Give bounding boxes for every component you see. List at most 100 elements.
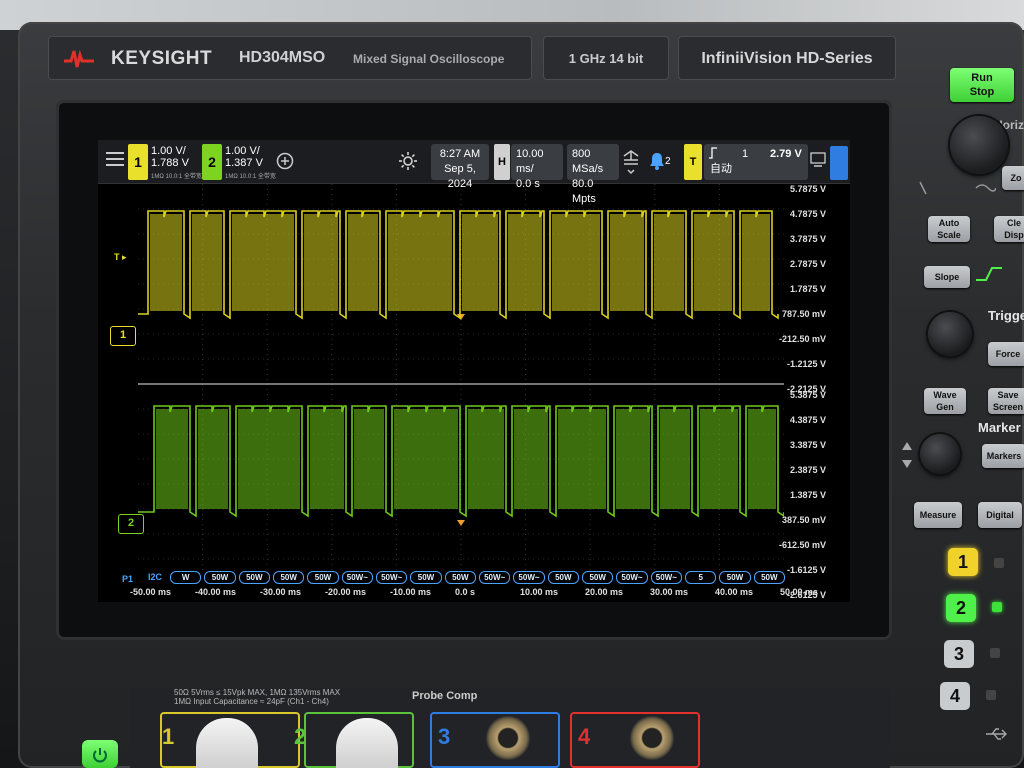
markers-section-label: Marker	[978, 420, 1021, 435]
run-stop-button[interactable]: Run Stop	[950, 68, 1014, 102]
sample-rate: 800 MSa/s	[572, 148, 604, 175]
touch-toggle-icon[interactable]	[830, 146, 848, 180]
status-bar: 1 1.00 V/ 1.788 V 1MΩ 10.0:1 全带宽 2 1.00 …	[98, 140, 850, 205]
channel-2-button[interactable]: 2	[946, 594, 976, 622]
decode-packet[interactable]: 50W~	[650, 571, 682, 584]
zoom-button[interactable]: Zo	[1002, 166, 1024, 190]
company-name: KEYSIGHT	[111, 48, 213, 69]
ch1-meta: 1MΩ 10.0:1 全带宽	[151, 174, 202, 180]
decode-packet[interactable]: 50W	[582, 571, 614, 584]
slope-button[interactable]: Slope	[924, 266, 970, 288]
decode-packet[interactable]: 50W	[204, 571, 236, 584]
time-label-4: -10.00 ms	[390, 587, 432, 597]
probe-2-connector[interactable]	[336, 718, 398, 768]
decode-packet[interactable]: W	[170, 571, 202, 584]
trigger-level: 2.79 V	[770, 148, 802, 160]
auto-scale-button[interactable]: Auto Scale	[928, 216, 970, 242]
datetime[interactable]: 8:27 AM Sep 5, 2024	[431, 144, 489, 190]
decode-packet[interactable]: 50W~	[479, 571, 511, 584]
acquire-mode-icon[interactable]	[622, 150, 640, 176]
waveform-area[interactable]	[138, 184, 784, 594]
decode-packet[interactable]: 50W	[547, 571, 579, 584]
input-warning-line1: 50Ω 5Vrms ≤ 15Vpk MAX, 1MΩ 135Vrms MAX	[174, 688, 341, 697]
ch2_labels-label-7: -1.6125 V	[786, 565, 826, 575]
time-label-6: 10.00 ms	[520, 587, 559, 597]
markers-button[interactable]: Markers	[982, 444, 1024, 468]
channel-1-button[interactable]: 1	[948, 548, 978, 576]
measure-button[interactable]: Measure	[914, 502, 962, 528]
decode-packet[interactable]: 50W	[410, 571, 442, 584]
horizontal-scale-knob[interactable]	[950, 116, 1008, 174]
acquisition-settings[interactable]: 800 MSa/s 80.0 Mpts	[567, 144, 619, 205]
sun-icon[interactable]	[398, 151, 418, 171]
timebase-value: 10.00 ms/	[516, 148, 544, 175]
ch2_labels-label-4: 1.3875 V	[789, 490, 826, 500]
ch2_labels-label-0: 5.3875 V	[789, 390, 826, 400]
decode-packet[interactable]: 50W	[238, 571, 270, 584]
bnc-3-connector[interactable]	[486, 716, 530, 760]
ch1-settings[interactable]: 1.00 V/ 1.788 V 1MΩ 10.0:1 全带宽	[151, 145, 202, 183]
ch2_labels-label-5: 387.50 mV	[781, 515, 826, 525]
ch1-ground-marker[interactable]: 1	[110, 326, 136, 346]
ch2-ground-marker[interactable]: 2	[118, 514, 144, 534]
ch2-trace-burst-4	[354, 409, 384, 509]
decode-packet[interactable]: 50W~	[341, 571, 373, 584]
input-3-label: 3	[438, 724, 451, 749]
decode-packet[interactable]: 50W~	[376, 571, 408, 584]
clear-display-button[interactable]: Cle Disp	[994, 216, 1024, 242]
trigger-label: T	[689, 156, 697, 168]
ch2_labels-label-3: 2.3875 V	[789, 465, 826, 475]
decode-packet[interactable]: 50W	[307, 571, 339, 584]
trigger-settings[interactable]: 1 2.79 V 自动	[704, 144, 808, 180]
decode-bus[interactable]: I2C W 50W 50W 50W 50W 50W~ 50W~ 50W 50W 50W~ 50W~ 5…	[148, 571, 788, 585]
ch1-trace-burst-9	[610, 214, 644, 311]
time-label-1: -40.00 ms	[195, 587, 237, 597]
ch1-scale: 1.00 V/	[151, 145, 186, 157]
ch2-meta: 1MΩ 10.0:1 全带宽	[225, 174, 276, 180]
ch1-trace-burst-0	[150, 214, 182, 311]
markers-knob[interactable]	[920, 434, 960, 474]
decode-packet[interactable]: 50W	[444, 571, 476, 584]
decode-packet[interactable]: 5	[685, 571, 717, 584]
decode-packet[interactable]: 50W~	[513, 571, 545, 584]
time-label-5: 0.0 s	[455, 587, 476, 597]
ch2_labels-label-1: 4.3875 V	[789, 415, 826, 425]
input-warning: 50Ω 5Vrms ≤ 15Vpk MAX, 1MΩ 135Vrms MAX 1…	[174, 688, 340, 706]
menu-icon[interactable]	[106, 152, 124, 166]
force-trigger-button[interactable]: Force	[988, 342, 1024, 366]
plus-circle-icon[interactable]	[276, 152, 294, 170]
timebase-settings[interactable]: 10.00 ms/ 0.0 s	[511, 144, 563, 190]
digital-button[interactable]: Digital	[978, 502, 1022, 528]
rising-edge-icon	[709, 147, 717, 159]
bell-icon[interactable]	[648, 151, 666, 171]
save-screen-button[interactable]: Save Screen	[988, 388, 1024, 414]
up-down-arrows-icon	[902, 442, 912, 468]
time-label-8: 30.00 ms	[650, 587, 689, 597]
time-label-10: 50.00 ms	[780, 587, 819, 597]
input-1-label: 1	[162, 724, 175, 749]
decode-packet[interactable]: 50W	[273, 571, 305, 584]
ch2-settings[interactable]: 1.00 V/ 1.387 V 1MΩ 10.0:1 全带宽	[225, 145, 276, 183]
decode-packet[interactable]: 50W	[719, 571, 751, 584]
decode-packet[interactable]: 50W	[753, 571, 785, 584]
power-button[interactable]	[82, 740, 118, 768]
ch1_labels-label-0: 5.7875 V	[789, 184, 826, 194]
input-warning-line2: 1MΩ Input Capacitance ≈ 24pF (Ch1 - Ch4)	[174, 697, 329, 706]
trigger-level-knob[interactable]	[928, 312, 972, 356]
ch3-led	[990, 648, 1000, 658]
probe-1-connector[interactable]	[196, 718, 258, 768]
channel-3-button[interactable]: 3	[944, 640, 974, 668]
trigger-level-marker[interactable]: T ▸	[114, 252, 127, 263]
channel-4-button[interactable]: 4	[940, 682, 970, 710]
front-inputs: 50Ω 5Vrms ≤ 15Vpk MAX, 1MΩ 135Vrms MAX 1…	[130, 688, 890, 768]
decode-packet[interactable]: 50W~	[616, 571, 648, 584]
spec-plate: 1 GHz 14 bit	[543, 36, 669, 80]
ch2-trace-burst-1	[198, 409, 228, 509]
trigger-marker-label: T	[114, 252, 120, 262]
trigger-mode: 自动	[710, 163, 732, 175]
ch1-trace-burst-3	[304, 214, 338, 311]
bnc-4-connector[interactable]	[630, 716, 674, 760]
wave-gen-button[interactable]: Wave Gen	[924, 388, 966, 414]
display-mode-icon[interactable]	[810, 152, 828, 168]
time-label-9: 40.00 ms	[715, 587, 754, 597]
